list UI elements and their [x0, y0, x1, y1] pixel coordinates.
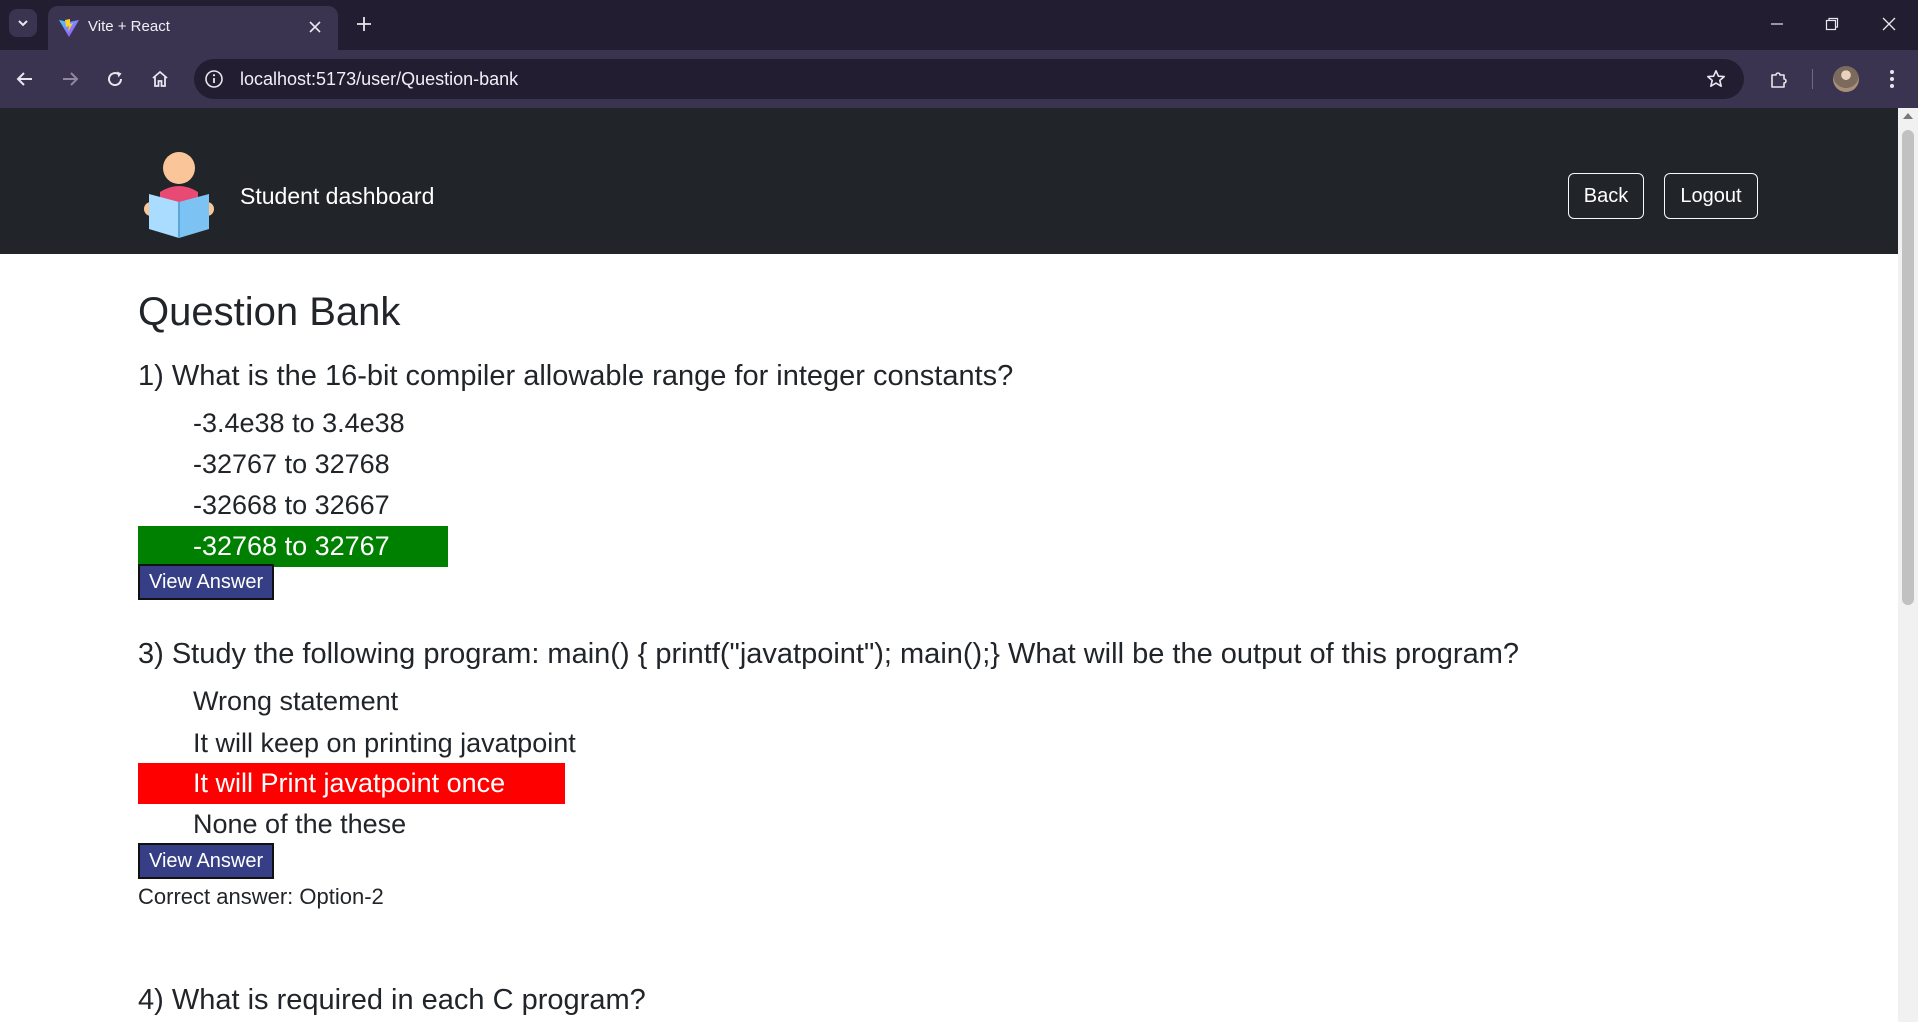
- chevron-down-icon[interactable]: [9, 9, 37, 37]
- home-icon[interactable]: [144, 63, 176, 95]
- vite-logo-icon: [59, 19, 79, 37]
- minimize-icon[interactable]: [1757, 8, 1797, 40]
- arrow-left-icon[interactable]: [9, 63, 41, 95]
- scroll-up-icon[interactable]: [1903, 113, 1913, 119]
- navbar-brand[interactable]: Student dashboard: [240, 183, 434, 210]
- answer-option-wrong[interactable]: It will Print javatpoint once: [138, 763, 565, 804]
- view-answer-button[interactable]: View Answer: [138, 843, 275, 879]
- answer-option[interactable]: -32767 to 32768: [138, 444, 390, 485]
- page-viewport: Student dashboard Back Logout Question B…: [0, 108, 1898, 1022]
- close-icon[interactable]: [304, 16, 326, 38]
- info-icon[interactable]: [202, 67, 226, 91]
- answer-option-correct[interactable]: -32768 to 32767: [138, 526, 448, 567]
- restore-icon[interactable]: [1812, 8, 1852, 40]
- browser-tabbar: Vite + React: [0, 0, 1918, 50]
- url-text[interactable]: localhost:5173/user/Question-bank: [240, 69, 518, 90]
- tab-title: Vite + React: [88, 18, 170, 35]
- kebab-menu-icon[interactable]: [1876, 63, 1908, 95]
- answer-option[interactable]: -3.4e38 to 3.4e38: [138, 403, 405, 444]
- plus-icon[interactable]: [350, 10, 378, 38]
- back-button[interactable]: Back: [1568, 173, 1644, 219]
- reload-icon[interactable]: [99, 63, 131, 95]
- logout-button[interactable]: Logout: [1664, 173, 1758, 219]
- browser-toolbar: localhost:5173/user/Question-bank: [0, 50, 1918, 108]
- student-navbar: Student dashboard Back Logout: [0, 108, 1898, 254]
- view-answer-button[interactable]: View Answer: [138, 564, 275, 600]
- close-icon[interactable]: [1869, 8, 1909, 40]
- address-bar[interactable]: localhost:5173/user/Question-bank: [194, 59, 1744, 99]
- arrow-right-icon[interactable]: [54, 63, 86, 95]
- star-icon[interactable]: [1704, 67, 1728, 91]
- question-text: 1) What is the 16-bit compiler allowable…: [138, 360, 1014, 392]
- page-scrollbar[interactable]: [1898, 108, 1918, 1022]
- profile-avatar[interactable]: [1833, 66, 1859, 92]
- answer-option[interactable]: Wrong statement: [138, 681, 398, 722]
- page-title: Question Bank: [138, 290, 401, 334]
- answer-option[interactable]: -32668 to 32667: [138, 485, 390, 526]
- question-text: 4) What is required in each C program?: [138, 984, 646, 1016]
- answer-option[interactable]: None of the these: [138, 804, 406, 845]
- question-text: 3) Study the following program: main() {…: [138, 638, 1519, 670]
- puzzle-icon[interactable]: [1763, 63, 1795, 95]
- scrollbar-thumb[interactable]: [1902, 130, 1914, 605]
- answer-option[interactable]: It will keep on printing javatpoint: [138, 723, 576, 764]
- browser-tab[interactable]: Vite + React: [48, 6, 338, 50]
- correct-answer-text: Correct answer: Option-2: [138, 884, 384, 909]
- toolbar-divider: [1812, 69, 1813, 89]
- student-reading-logo-icon: [144, 152, 214, 238]
